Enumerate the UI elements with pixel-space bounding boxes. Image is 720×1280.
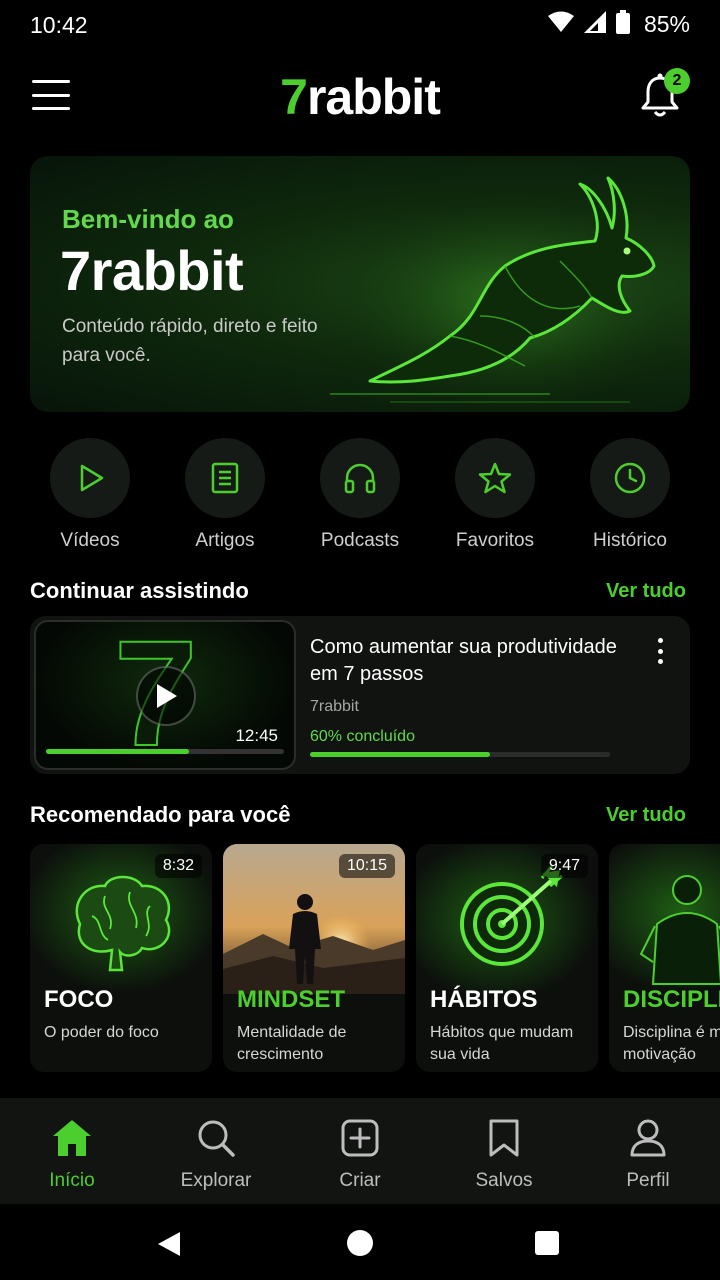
nav-label: Explorar [180,1170,252,1191]
card-tag: MINDSET [237,986,345,1013]
card-tag: FOCO [44,986,114,1013]
continue-watching-card[interactable]: 7 12:45 Como aumentar sua produtividade … [30,616,690,774]
video-duration: 12:45 [235,726,278,745]
nav-home[interactable]: Início [12,1098,132,1204]
progress-label: 60% concluído [310,728,415,745]
quick-action-articles[interactable]: Artigos [165,438,285,558]
nav-label: Criar [339,1170,381,1191]
user-icon [626,1116,670,1160]
app-logo: 7rabbit [0,68,720,126]
quick-action-videos[interactable]: Vídeos [30,438,150,558]
bell-icon [640,73,680,122]
cellular-signal-icon [583,11,606,38]
video-thumbnail[interactable]: 7 12:45 [34,620,296,770]
recent-apps-icon[interactable] [535,1231,559,1255]
bottom-navigation: Início Explorar Criar Salvos Perfil [0,1098,720,1204]
play-button[interactable] [136,666,196,726]
quick-action-label: Vídeos [60,530,120,551]
video-duration: 8:32 [154,854,202,878]
video-duration: 9:47 [540,854,588,878]
app-header: 7rabbit 2 [0,62,720,130]
quick-action-history[interactable]: Histórico [570,438,690,558]
quick-action-label: Histórico [593,530,667,551]
plus-square-icon [338,1116,382,1160]
quick-actions: Vídeos Artigos Podcasts Favoritos Histór… [30,438,690,558]
card-subtitle: O poder do foco [44,1024,159,1041]
nav-create[interactable]: Criar [300,1098,420,1204]
battery-icon [615,10,630,39]
recommended-section-header: Recomendado para você Ver tudo [30,802,686,832]
recommended-carousel[interactable]: 8:32 FOCO O poder do foco 10:15 MINDSET … [30,844,720,1072]
video-duration: 10:15 [338,854,395,878]
clock-icon [590,438,670,518]
bookmark-icon [482,1116,526,1160]
video-title: Como aumentar sua produtividade em 7 pas… [310,636,617,685]
card-subtitle: Hábitos que mudam sua vida [430,1024,574,1063]
nav-label: Perfil [626,1170,670,1191]
system-navigation-bar [0,1204,720,1280]
search-icon [194,1116,238,1160]
warrior-figure-image [609,844,720,994]
wifi-icon [547,11,574,38]
see-all-link[interactable]: Ver tudo [606,804,686,827]
section-title: Continuar assistindo [30,578,249,603]
section-title: Recomendado para você [30,802,291,827]
nav-profile[interactable]: Perfil [588,1098,708,1204]
nav-label: Salvos [475,1170,533,1191]
notification-badge: 2 [664,68,690,94]
logo-text: rabbit [306,69,441,125]
nav-saved[interactable]: Salvos [444,1098,564,1204]
more-options-icon[interactable] [654,638,666,664]
notifications-button[interactable]: 2 [640,68,690,118]
logo-seven: 7 [280,69,308,125]
home-icon [50,1116,94,1160]
recommended-card-foco[interactable]: 8:32 FOCO O poder do foco [30,844,212,1072]
recommended-card-disciplina[interactable]: DISCIPLINA Disciplina é mais que motivaç… [609,844,720,1072]
back-icon[interactable] [156,1230,182,1263]
document-icon [185,438,265,518]
thumbnail-progress-bar [46,749,284,754]
hero-title: 7rabbit [60,239,244,302]
play-icon [50,438,130,518]
status-time: 10:42 [30,12,88,38]
continue-section-header: Continuar assistindo Ver tudo [30,578,686,608]
video-channel: 7rabbit [310,698,359,715]
nav-explore[interactable]: Explorar [156,1098,276,1204]
rabbit-illustration [330,176,670,406]
hero-banner[interactable]: Bem-vindo ao 7rabbit Conteúdo rápido, di… [30,156,690,412]
card-tag: HÁBITOS [430,986,538,1013]
quick-action-favorites[interactable]: Favoritos [435,438,555,558]
card-subtitle: Disciplina é mais que motivação [623,1024,720,1063]
nav-label: Início [49,1170,95,1191]
see-all-link[interactable]: Ver tudo [606,580,686,603]
status-icons: 85% [547,10,690,39]
headphones-icon [320,438,400,518]
home-button-icon[interactable] [347,1230,373,1256]
quick-action-label: Podcasts [320,530,400,551]
status-bar: 10:42 85% [0,0,720,50]
star-icon [455,438,535,518]
quick-action-label: Artigos [195,530,255,551]
card-tag: DISCIPLINA [623,986,720,1013]
recommended-card-habitos[interactable]: 9:47 HÁBITOS Hábitos que mudam sua vida [416,844,598,1072]
hero-welcome: Bem-vindo ao [62,204,234,234]
quick-action-label: Favoritos [455,530,535,551]
continue-info: Como aumentar sua produtividade em 7 pas… [310,634,630,746]
quick-action-podcasts[interactable]: Podcasts [300,438,420,558]
progress-bar [310,752,610,757]
card-subtitle: Mentalidade de crescimento [237,1024,347,1063]
recommended-card-mindset[interactable]: 10:15 MINDSET Mentalidade de crescimento [223,844,405,1072]
hero-description: Conteúdo rápido, direto e feito para voc… [62,316,318,366]
battery-level: 85% [643,11,690,37]
